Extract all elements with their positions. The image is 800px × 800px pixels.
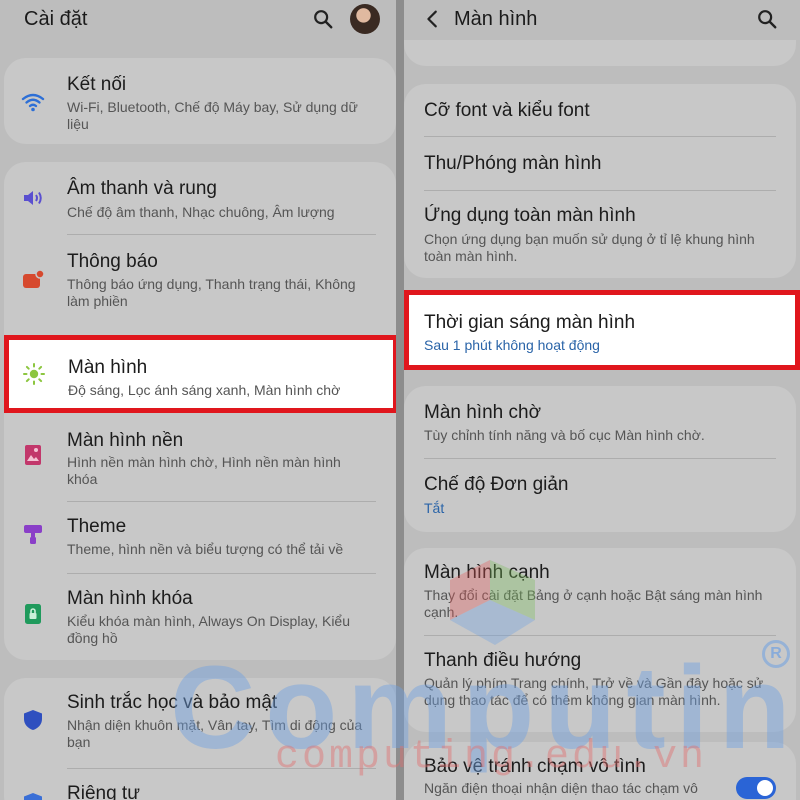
settings-item-sound[interactable]: Âm thanh và rung Chế độ âm thanh, Nhạc c…: [4, 162, 396, 234]
item-subtitle: Wi-Fi, Bluetooth, Chế độ Máy bay, Sử dụn…: [67, 99, 358, 132]
shield-icon: [24, 710, 42, 730]
highlight-screen-timeout: Thời gian sáng màn hình Sau 1 phút không…: [404, 290, 800, 370]
item-subtitle: Kiểu khóa màn hình, Always On Display, K…: [67, 613, 351, 646]
item-title: Màn hình khóa: [67, 588, 193, 609]
settings-item-wallpaper[interactable]: Màn hình nền Hình nền màn hình chờ, Hình…: [4, 420, 396, 508]
notification-icon: [23, 269, 45, 288]
item-subtitle: Nhận diện khuôn mặt, Vân tay, Tìm di độn…: [67, 717, 363, 750]
accidental-touch-toggle[interactable]: [736, 777, 776, 799]
settings-item-display[interactable]: Màn hình Độ sáng, Lọc ánh sáng xanh, Màn…: [5, 340, 395, 408]
item-title: Màn hình chờ: [424, 402, 542, 423]
settings-item-security[interactable]: Sinh trắc học và bảo mật Nhận diện khuôn…: [4, 678, 396, 768]
item-title: Sinh trắc học và bảo mật: [67, 692, 278, 713]
brightness-icon: [23, 363, 45, 385]
item-title: Màn hình cạnh: [424, 562, 550, 583]
item-title: Thời gian sáng màn hình: [424, 312, 636, 333]
display-item-fullscreen-apps[interactable]: Ứng dụng toàn màn hình Chọn ứng dụng bạn…: [404, 191, 796, 278]
display-item-zoom[interactable]: Thu/Phóng màn hình: [404, 137, 796, 189]
item-title: Bảo vệ tránh chạm vô tình: [424, 756, 646, 777]
speaker-icon: [24, 191, 42, 205]
item-subtitle: Tùy chỉnh tính năng và bố cục Màn hình c…: [424, 427, 705, 443]
item-title: Thông báo: [67, 251, 158, 272]
item-title: Riêng tư: [67, 783, 140, 800]
item-subtitle: Hình nền màn hình chờ, Hình nền màn hình…: [67, 454, 341, 487]
item-title: Thu/Phóng màn hình: [424, 153, 602, 174]
card-connections: Kết nối Wi-Fi, Bluetooth, Chế độ Máy bay…: [4, 58, 396, 144]
card-edge-nav: Màn hình cạnh Thay đổi cài đặt Bảng ở cạ…: [404, 548, 796, 732]
display-header: Màn hình: [404, 0, 800, 40]
item-subtitle: Thông báo ứng dụng, Thanh trạng thái, Kh…: [67, 276, 356, 309]
card-display-text: Cỡ font và kiểu font Thu/Phóng màn hình …: [404, 84, 796, 278]
settings-item-lock-screen[interactable]: Màn hình khóa Kiểu khóa màn hình, Always…: [4, 574, 396, 660]
settings-panel: Cài đặt Kết nối Wi-Fi, Bluetooth, Chế độ…: [0, 0, 396, 800]
display-panel: Màn hình Cỡ font và kiểu font Thu/Phóng …: [404, 0, 800, 800]
card-security: Sinh trắc học và bảo mật Nhận diện khuôn…: [4, 678, 396, 800]
item-subtitle: Tắt: [424, 500, 445, 516]
item-title: Chế độ Đơn giản: [424, 474, 569, 495]
theme-brush-icon: [24, 525, 42, 544]
card-screensaver: Màn hình chờ Tùy chỉnh tính năng và bố c…: [404, 386, 796, 532]
lock-screen-icon: [25, 604, 41, 624]
settings-item-theme[interactable]: Theme Theme, hình nền và biểu tượng có t…: [4, 502, 396, 574]
item-title: Kết nối: [67, 74, 127, 95]
display-item-easy-mode[interactable]: Chế độ Đơn giản Tắt: [404, 459, 796, 531]
page-title: Màn hình: [454, 8, 538, 30]
page-title: Cài đặt: [24, 8, 88, 30]
settings-item-notifications[interactable]: Thông báo Thông báo ứng dụng, Thanh trạn…: [4, 235, 396, 335]
display-item-edge-screen[interactable]: Màn hình cạnh Thay đổi cài đặt Bảng ở cạ…: [404, 548, 796, 634]
avatar[interactable]: [350, 4, 380, 34]
wifi-icon: [21, 93, 45, 112]
item-subtitle: Chế độ âm thanh, Nhạc chuông, Âm lượng: [67, 204, 335, 220]
item-title: Thanh điều hướng: [424, 650, 582, 671]
item-title: Theme: [67, 516, 127, 537]
item-subtitle: Theme, hình nền và biểu tượng có thể tải…: [67, 541, 344, 557]
item-subtitle: Chọn ứng dụng bạn muốn sử dụng ở tỉ lệ k…: [424, 231, 755, 264]
privacy-icon: [24, 793, 42, 800]
item-subtitle: Quản lý phím Trang chính, Trở về và Gần …: [424, 675, 764, 708]
settings-item-connections[interactable]: Kết nối Wi-Fi, Bluetooth, Chế độ Máy bay…: [4, 58, 396, 144]
item-subtitle: Sau 1 phút không hoạt động: [424, 337, 600, 353]
display-item-navigation-bar[interactable]: Thanh điều hướng Quản lý phím Trang chín…: [404, 636, 796, 732]
search-icon[interactable]: [312, 8, 334, 30]
display-item-screen-timeout[interactable]: Thời gian sáng màn hình Sau 1 phút không…: [404, 295, 790, 365]
display-item-screensaver[interactable]: Màn hình chờ Tùy chỉnh tính năng và bố c…: [404, 386, 796, 458]
item-title: Cỡ font và kiểu font: [424, 100, 590, 121]
settings-header: Cài đặt: [0, 0, 396, 40]
search-icon[interactable]: [756, 8, 778, 30]
settings-item-privacy[interactable]: Riêng tư: [4, 769, 396, 800]
item-title: Âm thanh và rung: [67, 178, 217, 199]
panel-divider: [396, 0, 404, 800]
item-title: Màn hình: [68, 357, 148, 378]
item-subtitle: Độ sáng, Lọc ánh sáng xanh, Màn hình chờ: [68, 382, 341, 398]
item-subtitle: Ngăn điện thoại nhận diện thao tác chạm …: [424, 780, 698, 796]
item-subtitle: Thay đổi cài đặt Bảng ở cạnh hoặc Bật sá…: [424, 587, 763, 620]
wallpaper-icon: [25, 445, 41, 465]
item-title: Ứng dụng toàn màn hình: [424, 205, 636, 226]
display-item-font[interactable]: Cỡ font và kiểu font: [404, 84, 796, 136]
item-title: Màn hình nền: [67, 430, 184, 451]
card-previous: [404, 40, 796, 66]
back-arrow-icon[interactable]: [422, 8, 444, 30]
highlight-display: Màn hình Độ sáng, Lọc ánh sáng xanh, Màn…: [4, 335, 396, 413]
